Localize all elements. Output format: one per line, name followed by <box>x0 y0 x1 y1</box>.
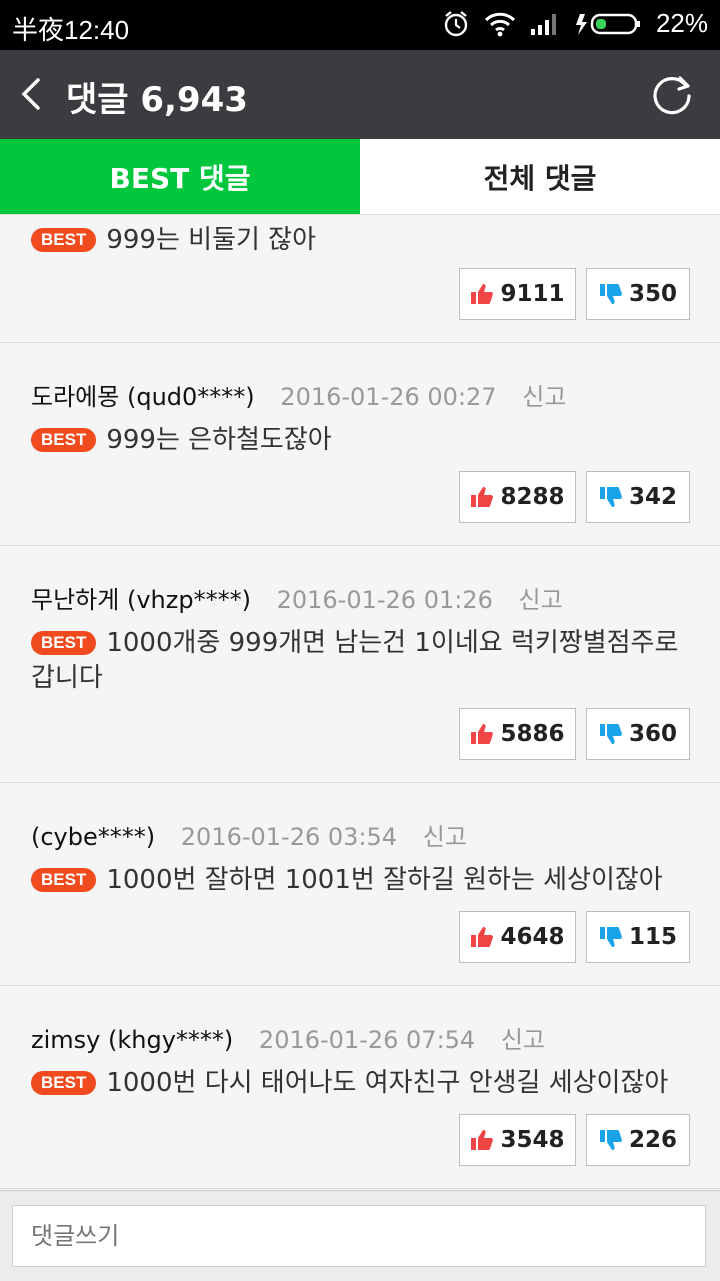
comment-content: BEST 1000개중 999개면 남는건 1이네요 럭키짱별점주로갑니다 <box>31 626 691 696</box>
signal-icon <box>530 13 556 35</box>
author-id: (vhzp****) <box>126 586 251 614</box>
thumbs-down-icon <box>599 927 622 947</box>
comment-date: 2016-01-26 01:26 <box>276 586 493 614</box>
comment-item: 무난하게 (vhzp****) 2016-01-26 01:26 신고 BEST… <box>0 546 720 783</box>
status-time: 半夜12:40 <box>12 15 130 45</box>
comment-item: zimsy (khgy****) 2016-01-26 07:54 신고 BES… <box>0 986 720 1189</box>
report-link[interactable]: 신고 <box>501 1026 545 1054</box>
page-title: 댓글 6,943 <box>66 80 248 120</box>
dislike-button[interactable]: 342 <box>586 471 690 523</box>
comment-list: BEST 999는 비둘기 잖아 9111 350 도라에몽 (qud0****)… <box>0 215 720 1190</box>
comment-content: BEST 1000번 다시 태어나도 여자친구 안생길 세상이잖아 <box>31 1066 691 1101</box>
author-id: (qud0****) <box>126 383 255 411</box>
best-badge: BEST <box>31 631 97 655</box>
battery-percent: 22% <box>655 8 708 38</box>
thumbs-down-icon <box>599 1130 622 1150</box>
thumbs-down-icon <box>599 724 622 744</box>
thumbs-down-icon <box>599 284 622 304</box>
author-id: (khgy****) <box>108 1026 234 1054</box>
thumbs-up-icon <box>471 927 494 947</box>
like-count: 5886 <box>500 721 565 747</box>
report-link[interactable]: 신고 <box>519 586 563 614</box>
author-id: (cybe****) <box>31 823 156 851</box>
tab-all-comments[interactable]: 전체 댓글 <box>360 139 720 214</box>
vote-buttons: 3548 226 <box>459 1114 690 1166</box>
comment-item: 도라에몽 (qud0****) 2016-01-26 00:27 신고 BEST… <box>0 343 720 546</box>
status-icons: 22% <box>442 8 708 39</box>
comment-content: BEST 999는 은하철도잖아 <box>31 423 691 458</box>
thumbs-up-icon <box>471 487 494 507</box>
comment-item: (cybe****) 2016-01-26 03:54 신고 BEST 1000번… <box>0 783 720 986</box>
thumbs-up-icon <box>471 284 494 304</box>
best-badge: BEST <box>31 428 97 452</box>
best-badge: BEST <box>31 1071 97 1095</box>
comment-text: 999는 비둘기 잖아 <box>106 225 317 255</box>
comment-meta: (cybe****) 2016-01-26 03:54 신고 <box>31 817 467 852</box>
vote-buttons: 9111 350 <box>459 268 690 320</box>
comment-date: 2016-01-26 00:27 <box>280 383 497 411</box>
comment-content: BEST 999는 비둘기 잖아 <box>31 223 691 258</box>
vote-buttons: 5886 360 <box>459 708 690 760</box>
comment-meta: 도라에몽 (qud0****) 2016-01-26 00:27 신고 <box>31 377 566 412</box>
comment-content: BEST 1000번 잘하면 1001번 잘하길 원하는 세상이잖아 <box>31 863 691 898</box>
like-button[interactable]: 9111 <box>459 268 576 320</box>
like-count: 9111 <box>500 281 565 307</box>
like-button[interactable]: 4648 <box>459 911 576 963</box>
battery-icon <box>575 13 640 35</box>
status-bar: 半夜12:40 22% <box>0 0 720 50</box>
dislike-count: 226 <box>628 1127 677 1153</box>
like-button[interactable]: 5886 <box>459 708 576 760</box>
vote-buttons: 8288 342 <box>459 471 690 523</box>
refresh-icon[interactable] <box>650 72 694 116</box>
comment-date: 2016-01-26 03:54 <box>180 823 398 851</box>
thumbs-up-icon <box>471 724 494 744</box>
comment-text: 999는 은하철도잖아 <box>106 425 332 455</box>
app-header: 댓글 6,943 <box>0 50 720 139</box>
comment-date: 2016-01-26 07:54 <box>258 1026 476 1054</box>
like-button[interactable]: 8288 <box>459 471 576 523</box>
comment-meta: 무난하게 (vhzp****) 2016-01-26 01:26 신고 <box>31 580 563 615</box>
like-count: 8288 <box>500 484 565 510</box>
author-nickname: zimsy <box>31 1026 101 1054</box>
comment-input[interactable] <box>12 1205 706 1267</box>
report-link[interactable]: 신고 <box>522 383 566 411</box>
dislike-button[interactable]: 360 <box>586 708 690 760</box>
dislike-button[interactable]: 226 <box>586 1114 690 1166</box>
comment-compose-bar <box>0 1190 720 1281</box>
best-badge: BEST <box>31 868 97 892</box>
like-count: 3548 <box>500 1127 565 1153</box>
comment-text: 1000번 잘하면 1001번 잘하길 원하는 세상이잖아 <box>106 865 663 895</box>
dislike-count: 342 <box>628 484 677 510</box>
best-badge: BEST <box>31 228 97 252</box>
wifi-icon <box>484 12 516 36</box>
author-nickname: 도라에몽 <box>31 383 120 411</box>
alarm-icon <box>444 10 468 36</box>
vote-buttons: 4648 115 <box>459 911 690 963</box>
author-nickname: 무난하게 <box>31 586 120 614</box>
thumbs-down-icon <box>599 487 622 507</box>
dislike-count: 350 <box>628 281 677 307</box>
tab-best-comments[interactable]: BEST 댓글 <box>0 139 360 214</box>
dislike-button[interactable]: 350 <box>586 268 690 320</box>
dislike-button[interactable]: 115 <box>586 911 690 963</box>
comment-text: 1000개중 999개면 남는건 1이네요 럭키짱별점주로갑니다 <box>31 628 679 693</box>
like-button[interactable]: 3548 <box>459 1114 576 1166</box>
thumbs-up-icon <box>471 1130 494 1150</box>
back-arrow-icon[interactable] <box>14 74 54 114</box>
comment-meta: zimsy (khgy****) 2016-01-26 07:54 신고 <box>31 1020 545 1055</box>
comment-text: 1000번 다시 태어나도 여자친구 안생길 세상이잖아 <box>106 1068 669 1098</box>
comment-tabs: BEST 댓글 전체 댓글 <box>0 139 720 215</box>
comment-item: BEST 999는 비둘기 잖아 9111 350 <box>0 215 720 343</box>
dislike-count: 115 <box>628 924 677 950</box>
report-link[interactable]: 신고 <box>423 823 467 851</box>
dislike-count: 360 <box>628 721 677 747</box>
like-count: 4648 <box>500 924 565 950</box>
